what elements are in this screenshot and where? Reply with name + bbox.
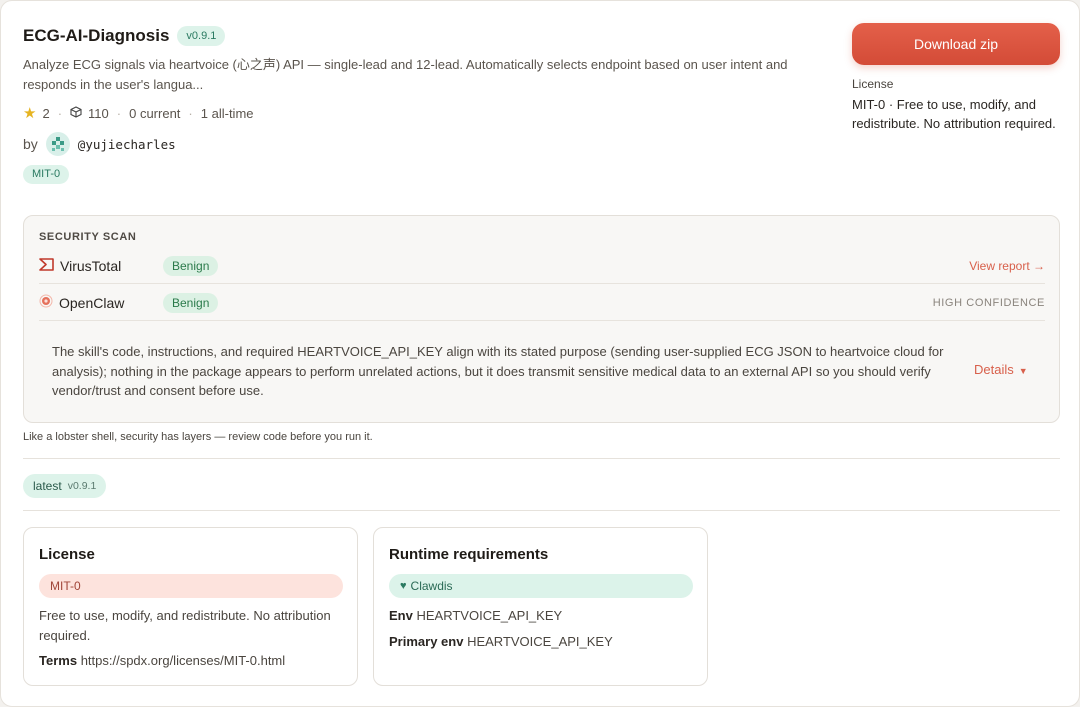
- runtime-card: Runtime requirements ♥ Clawdis Env HEART…: [373, 527, 708, 686]
- env-value: HEARTVOICE_API_KEY: [416, 608, 563, 623]
- license-tag: MIT-0: [23, 165, 70, 184]
- runtime-badge-label: Clawdis: [410, 579, 453, 593]
- separator-dot: ·: [188, 105, 193, 121]
- license-card-title: License: [39, 546, 95, 563]
- latest-version: v0.9.1: [67, 480, 97, 492]
- current-installs: 0 current: [129, 105, 181, 121]
- sidebar-license-label: License: [852, 77, 894, 91]
- license-terms: Terms https://spdx.org/licenses/MIT-0.ht…: [39, 653, 285, 668]
- license-badge: MIT-0: [39, 574, 343, 598]
- sidebar: Download zip License MIT-0 · Free to use…: [852, 23, 1060, 133]
- view-report-link[interactable]: View report →: [969, 259, 1045, 273]
- star-icon[interactable]: ★: [23, 104, 36, 122]
- license-description: Free to use, modify, and redistribute. N…: [39, 608, 331, 643]
- primary-env-line: Primary env HEARTVOICE_API_KEY: [389, 634, 613, 649]
- env-line: Env HEARTVOICE_API_KEY: [389, 608, 562, 623]
- skill-description: Analyze ECG signals via heartvoice (心之声)…: [23, 57, 788, 92]
- by-label: by: [23, 136, 38, 152]
- scan-summary: The skill's code, instructions, and requ…: [52, 344, 944, 398]
- security-scan-title: SECURITY SCAN: [39, 231, 137, 243]
- scanner-openclaw: OpenClaw: [39, 294, 163, 311]
- scan-row-openclaw: OpenClaw Benign HIGH CONFIDENCE: [39, 285, 1045, 321]
- details-label: Details: [974, 362, 1014, 377]
- skill-page: ECG-AI-Diagnosis v0.9.1 Analyze ECG sign…: [0, 0, 1080, 707]
- alltime-installs: 1 all-time: [200, 105, 254, 121]
- scanner-name: VirusTotal: [60, 257, 122, 274]
- version-badge: v0.9.1: [177, 26, 226, 46]
- security-scan-panel: SECURITY SCAN VirusTotal Benign View rep…: [23, 215, 1060, 423]
- status-badge: Benign: [163, 292, 219, 313]
- heart-icon: ♥: [400, 580, 407, 592]
- star-count: 2: [42, 105, 50, 121]
- title-row: ECG-AI-Diagnosis v0.9.1: [23, 23, 823, 49]
- divider: [23, 458, 1060, 459]
- security-footnote: Like a lobster shell, security has layer…: [23, 431, 373, 443]
- caret-down-icon: ▼: [1018, 366, 1028, 376]
- latest-version-tag[interactable]: latest v0.9.1: [23, 474, 107, 498]
- author-handle[interactable]: @yujiecharles: [78, 137, 176, 152]
- separator-dot: ·: [57, 105, 63, 121]
- skill-stats: ★ 2 · 110 · 0 current · 1 all-time: [23, 103, 823, 123]
- primary-env-label: Primary env: [389, 634, 464, 649]
- box-icon: [70, 105, 82, 121]
- status-badge: Benign: [163, 255, 219, 276]
- skill-header: ECG-AI-Diagnosis v0.9.1 Analyze ECG sign…: [23, 23, 823, 184]
- divider: [23, 510, 1060, 511]
- runtime-card-title: Runtime requirements: [389, 546, 549, 563]
- details-toggle[interactable]: Details ▼: [974, 362, 1028, 377]
- scan-row-virustotal: VirusTotal Benign View report →: [39, 248, 1045, 284]
- terms-link[interactable]: https://spdx.org/licenses/MIT-0.html: [81, 653, 285, 668]
- virustotal-icon: [39, 257, 54, 274]
- license-card: License MIT-0 Free to use, modify, and r…: [23, 527, 358, 686]
- avatar[interactable]: [45, 132, 70, 156]
- primary-env-value: HEARTVOICE_API_KEY: [467, 634, 613, 649]
- sidebar-license-text: MIT-0 · Free to use, modify, and redistr…: [852, 97, 1056, 131]
- separator-dot: ·: [116, 105, 122, 121]
- openclaw-icon: [39, 294, 53, 311]
- terms-label: Terms: [39, 653, 78, 668]
- scanner-name: OpenClaw: [59, 294, 125, 311]
- download-zip-button[interactable]: Download zip: [852, 23, 1060, 65]
- env-label: Env: [389, 608, 413, 623]
- runtime-badge: ♥ Clawdis: [389, 574, 693, 598]
- skill-title: ECG-AI-Diagnosis: [23, 26, 170, 45]
- scanner-virustotal: VirusTotal: [39, 258, 163, 274]
- confidence-label: HIGH CONFIDENCE: [932, 296, 1045, 309]
- latest-label: latest: [33, 479, 62, 493]
- download-count: 110: [88, 105, 109, 121]
- author-row: by @yujiecharles: [23, 131, 823, 157]
